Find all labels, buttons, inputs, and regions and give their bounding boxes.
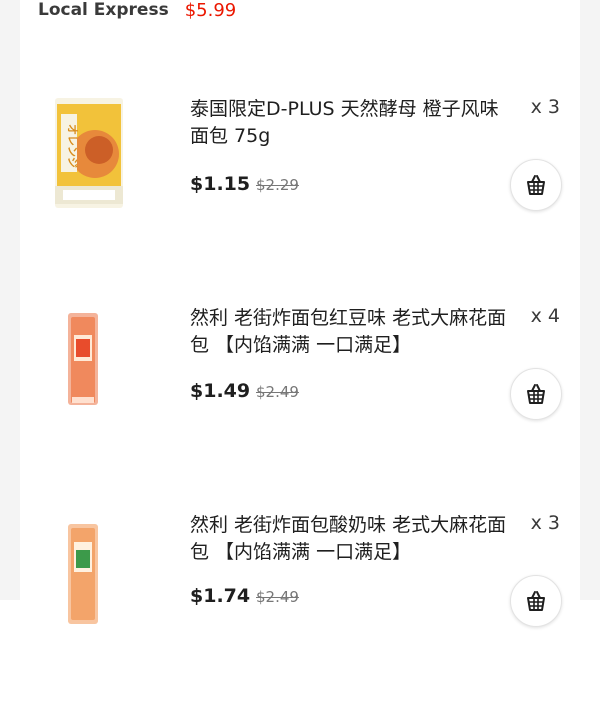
right-edge: [580, 0, 600, 600]
item-quantity: x 3: [530, 512, 560, 534]
item-price: $1.74: [190, 585, 251, 607]
cart-item[interactable]: 然利 老街炸面包酸奶味 老式大麻花面包 【内馅满满 一口满足】 x 3 $1.7…: [20, 512, 580, 712]
store-name: Local Express: [38, 0, 169, 20]
left-edge: [0, 0, 20, 600]
item-original-price: $2.49: [256, 383, 299, 401]
item-price: $1.49: [190, 380, 251, 402]
basket-icon: [527, 175, 545, 195]
package-text: オレンジ: [66, 124, 79, 168]
item-original-price: $2.29: [256, 176, 299, 194]
product-image[interactable]: [66, 524, 100, 624]
add-to-cart-button[interactable]: [510, 159, 562, 211]
cart-total: $5.99: [184, 0, 237, 21]
item-price: $1.15: [190, 173, 251, 195]
item-quantity: x 3: [530, 96, 560, 118]
add-to-cart-button[interactable]: [510, 575, 562, 627]
product-title[interactable]: 然利 老街炸面包酸奶味 老式大麻花面包 【内馅满满 一口满足】: [190, 512, 508, 566]
product-title[interactable]: 然利 老街炸面包红豆味 老式大麻花面包 【内馅满满 一口满足】: [190, 305, 508, 359]
item-original-price: $2.49: [256, 588, 299, 606]
cart-item[interactable]: オレンジ 泰国限定D-PLUS 天然酵母 橙子风味面包 75g x 3 $1.1…: [20, 96, 580, 296]
product-image[interactable]: [66, 313, 100, 405]
add-to-cart-button[interactable]: [510, 368, 562, 420]
cart-header: Local Express $5.99: [38, 0, 236, 25]
cart-item[interactable]: 然利 老街炸面包红豆味 老式大麻花面包 【内馅满满 一口满足】 x 4 $1.4…: [20, 305, 580, 505]
product-image[interactable]: オレンジ: [55, 98, 123, 208]
basket-icon: [527, 591, 545, 611]
product-title[interactable]: 泰国限定D-PLUS 天然酵母 橙子风味面包 75g: [190, 96, 508, 150]
basket-icon: [527, 384, 545, 404]
item-quantity: x 4: [530, 305, 560, 327]
